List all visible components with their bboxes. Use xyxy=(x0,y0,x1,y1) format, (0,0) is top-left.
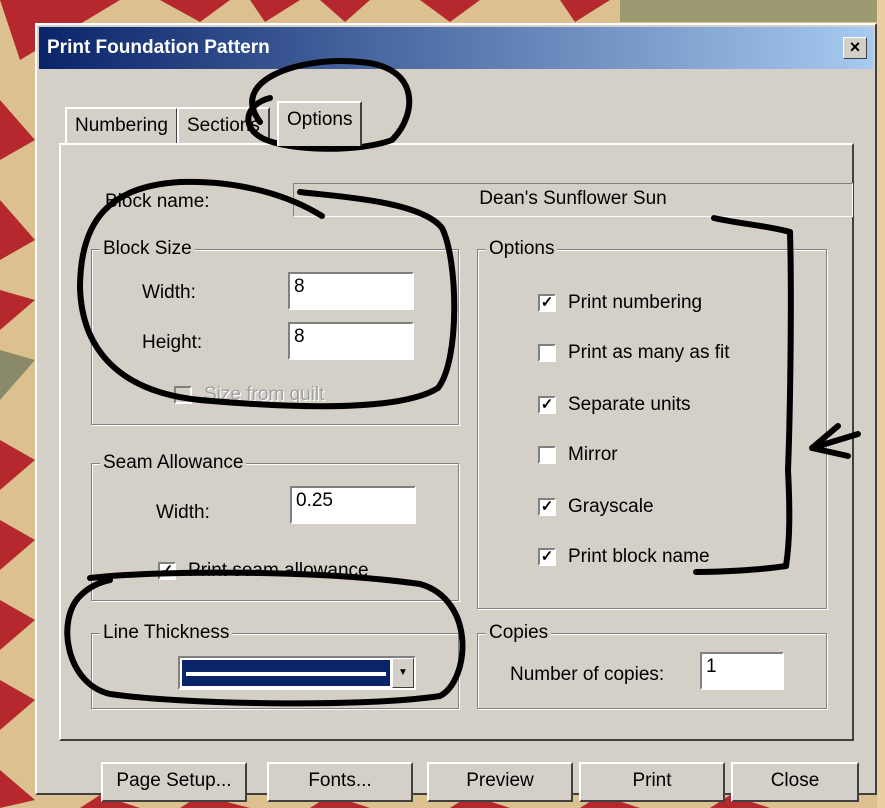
separate-units-box: ✓ xyxy=(538,396,556,414)
mirror-checkbox[interactable]: Mirror xyxy=(538,444,618,466)
block-size-group: Block Size Width: 8 Height: 8 Size from … xyxy=(91,238,459,425)
close-button[interactable]: Close xyxy=(731,762,859,802)
block-name-value: Dean's Sunflower Sun xyxy=(293,183,853,217)
chevron-down-icon[interactable]: ▼ xyxy=(392,658,414,688)
mirror-box xyxy=(538,446,556,464)
options-title: Options xyxy=(486,238,558,260)
block-name-label: Block name: xyxy=(105,191,210,212)
copies-group: Copies Number of copies: 1 xyxy=(477,622,827,709)
copies-title: Copies xyxy=(486,622,552,644)
line-thickness-title: Line Thickness xyxy=(100,622,233,644)
copies-input[interactable]: 1 xyxy=(700,652,784,690)
print-block-name-checkbox[interactable]: ✓ Print block name xyxy=(538,546,710,568)
size-from-quilt-checkbox[interactable]: Size from quilt xyxy=(174,384,324,406)
print-seam-allowance-checkbox[interactable]: ✓ Print seam allowance xyxy=(158,560,369,582)
print-block-name-label: Print block name xyxy=(568,546,710,567)
line-thickness-group: Line Thickness ▼ xyxy=(91,622,459,709)
print-seam-allowance-label: Print seam allowance xyxy=(188,560,369,581)
block-width-input[interactable]: 8 xyxy=(288,272,414,310)
tab-numbering[interactable]: Numbering xyxy=(65,107,178,143)
options-group: Options ✓ Print numbering Print as many … xyxy=(477,238,827,609)
print-foundation-dialog: Print Foundation Pattern × Numbering Sec… xyxy=(35,23,877,802)
line-thickness-select[interactable]: ▼ xyxy=(178,656,416,690)
seam-width-input[interactable]: 0.25 xyxy=(290,486,416,524)
print-numbering-box: ✓ xyxy=(538,294,556,312)
print-block-name-box: ✓ xyxy=(538,548,556,566)
size-from-quilt-label: Size from quilt xyxy=(204,384,325,405)
mirror-label: Mirror xyxy=(568,444,618,465)
seam-allowance-title: Seam Allowance xyxy=(100,452,247,474)
preview-button[interactable]: Preview xyxy=(427,762,573,802)
title-bar: Print Foundation Pattern × xyxy=(39,27,873,69)
separate-units-checkbox[interactable]: ✓ Separate units xyxy=(538,394,691,416)
block-size-title: Block Size xyxy=(100,238,195,260)
print-as-many-label: Print as many as fit xyxy=(568,342,730,363)
options-tab-panel: Block name: Dean's Sunflower Sun Block S… xyxy=(59,143,854,741)
grayscale-label: Grayscale xyxy=(568,496,654,517)
print-as-many-box xyxy=(538,344,556,362)
line-thickness-sample xyxy=(186,672,386,676)
tab-options[interactable]: Options xyxy=(277,101,363,146)
block-height-label: Height: xyxy=(142,332,203,353)
fonts-button[interactable]: Fonts... xyxy=(267,762,413,802)
grayscale-checkbox[interactable]: ✓ Grayscale xyxy=(538,496,654,518)
size-from-quilt-box xyxy=(174,386,192,404)
seam-width-label: Width: xyxy=(156,502,210,523)
line-thickness-selection xyxy=(182,660,390,686)
print-as-many-checkbox[interactable]: Print as many as fit xyxy=(538,342,730,364)
print-numbering-checkbox[interactable]: ✓ Print numbering xyxy=(538,292,702,314)
grayscale-box: ✓ xyxy=(538,498,556,516)
print-button[interactable]: Print xyxy=(579,762,725,802)
dialog-title: Print Foundation Pattern xyxy=(47,37,270,58)
print-numbering-label: Print numbering xyxy=(568,292,703,313)
seam-allowance-group: Seam Allowance Width: 0.25 ✓ Print seam … xyxy=(91,452,459,601)
copies-label: Number of copies: xyxy=(510,664,665,685)
separate-units-label: Separate units xyxy=(568,394,691,415)
close-window-button[interactable]: × xyxy=(843,37,867,59)
page-setup-button[interactable]: Page Setup... xyxy=(101,762,247,802)
tab-sections[interactable]: Sections xyxy=(177,107,270,143)
print-seam-allowance-box: ✓ xyxy=(158,562,176,580)
block-height-input[interactable]: 8 xyxy=(288,322,414,360)
block-width-label: Width: xyxy=(142,282,196,303)
